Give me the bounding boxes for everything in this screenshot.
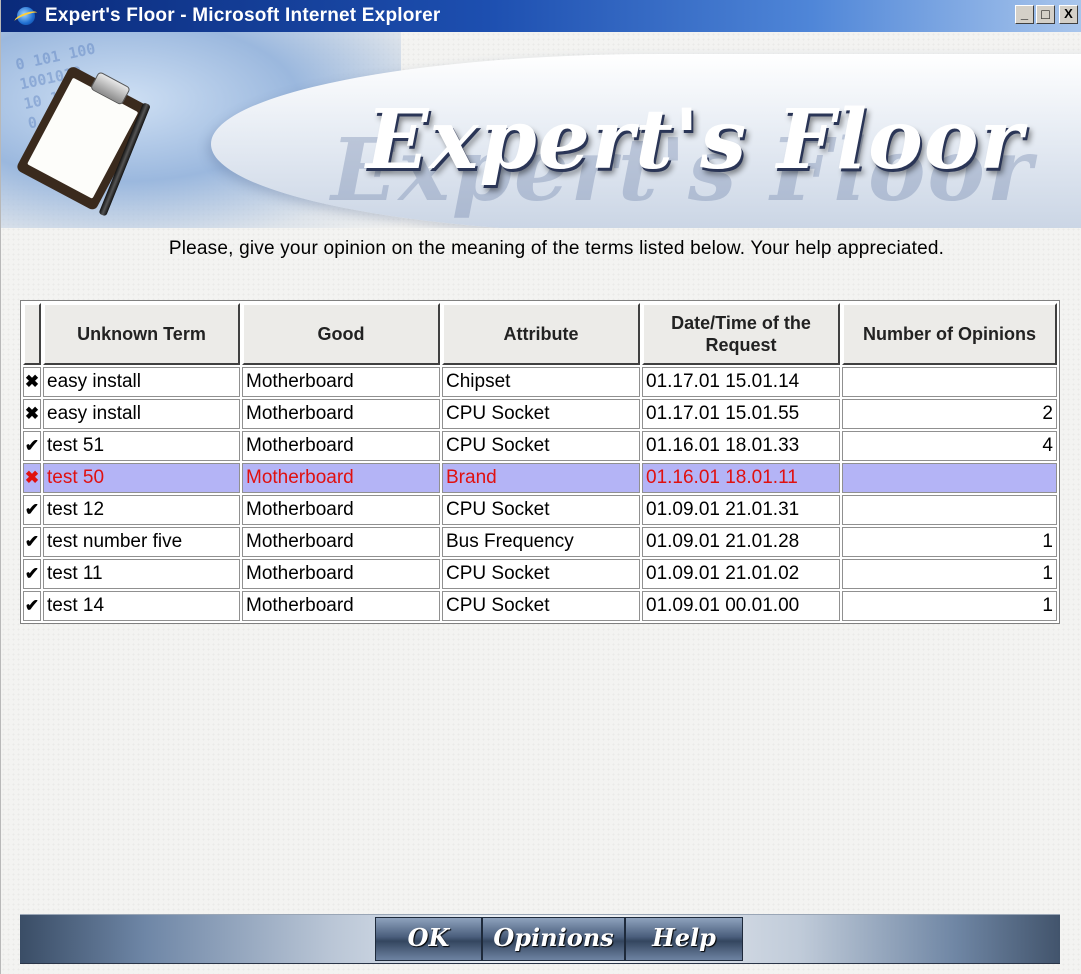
banner: 0 101 100 1001010 10 1100 0 1 100 Expert…: [1, 32, 1081, 228]
datetime-cell[interactable]: 01.17.01 15.01.55: [642, 399, 840, 429]
attribute-cell[interactable]: CPU Socket: [442, 431, 640, 461]
column-header-number-of-opinions[interactable]: Number of Opinions: [842, 303, 1057, 365]
good-cell[interactable]: Motherboard: [242, 495, 440, 525]
opinions-cell[interactable]: 1: [842, 527, 1057, 557]
opinions-cell[interactable]: [842, 367, 1057, 397]
opinions-cell[interactable]: 1: [842, 559, 1057, 589]
datetime-cell[interactable]: 01.16.01 18.01.11: [642, 463, 840, 493]
term-cell[interactable]: test 51: [43, 431, 240, 461]
term-cell[interactable]: test 12: [43, 495, 240, 525]
table-row[interactable]: ✔ test number five Motherboard Bus Frequ…: [23, 527, 1057, 557]
opinions-cell[interactable]: [842, 495, 1057, 525]
attribute-cell[interactable]: CPU Socket: [442, 559, 640, 589]
good-cell[interactable]: Motherboard: [242, 463, 440, 493]
term-cell[interactable]: easy install: [43, 367, 240, 397]
table-row[interactable]: ✔ test 51 Motherboard CPU Socket 01.16.0…: [23, 431, 1057, 461]
close-button[interactable]: X: [1059, 5, 1078, 24]
page-content: 0 101 100 1001010 10 1100 0 1 100 Expert…: [1, 32, 1081, 974]
good-cell[interactable]: Motherboard: [242, 559, 440, 589]
browser-window: Expert's Floor - Microsoft Internet Expl…: [0, 0, 1081, 974]
table-row[interactable]: ✖ easy install Motherboard Chipset 01.17…: [23, 367, 1057, 397]
ok-button[interactable]: OK: [375, 917, 482, 961]
datetime-cell[interactable]: 01.17.01 15.01.14: [642, 367, 840, 397]
good-cell[interactable]: Motherboard: [242, 527, 440, 557]
column-header-unknown-term[interactable]: Unknown Term: [43, 303, 240, 365]
column-header-datetime[interactable]: Date/Time of the Request: [642, 303, 840, 365]
table-row[interactable]: ✔ test 14 Motherboard CPU Socket 01.09.0…: [23, 591, 1057, 621]
internet-explorer-icon: [17, 7, 35, 25]
table-row[interactable]: ✖ easy install Motherboard CPU Socket 01…: [23, 399, 1057, 429]
datetime-cell[interactable]: 01.09.01 21.01.28: [642, 527, 840, 557]
instructions-text: Please, give your opinion on the meaning…: [168, 238, 945, 259]
term-cell[interactable]: test 50: [43, 463, 240, 493]
column-header-good[interactable]: Good: [242, 303, 440, 365]
term-cell[interactable]: easy install: [43, 399, 240, 429]
opinions-cell[interactable]: 2: [842, 399, 1057, 429]
help-button[interactable]: Help: [625, 917, 743, 961]
title-bar[interactable]: Expert's Floor - Microsoft Internet Expl…: [1, 0, 1081, 32]
check-icon: ✔: [23, 559, 41, 589]
banner-title: Expert's Floor: [366, 92, 1024, 188]
attribute-cell[interactable]: Brand: [442, 463, 640, 493]
maximize-button[interactable]: □: [1036, 5, 1055, 24]
attribute-cell[interactable]: CPU Socket: [442, 495, 640, 525]
attribute-cell[interactable]: Chipset: [442, 367, 640, 397]
opinions-cell[interactable]: [842, 463, 1057, 493]
term-cell[interactable]: test 14: [43, 591, 240, 621]
datetime-cell[interactable]: 01.09.01 21.01.02: [642, 559, 840, 589]
datetime-cell[interactable]: 01.09.01 00.01.00: [642, 591, 840, 621]
cross-icon: ✖: [23, 399, 41, 429]
datetime-cell[interactable]: 01.16.01 18.01.33: [642, 431, 840, 461]
datetime-cell[interactable]: 01.09.01 21.01.31: [642, 495, 840, 525]
table-row[interactable]: ✔ test 12 Motherboard CPU Socket 01.09.0…: [23, 495, 1057, 525]
table-row[interactable]: ✔ test 11 Motherboard CPU Socket 01.09.0…: [23, 559, 1057, 589]
term-cell[interactable]: test 11: [43, 559, 240, 589]
column-header-attribute[interactable]: Attribute: [442, 303, 640, 365]
header-corner: [23, 303, 41, 365]
check-icon: ✔: [23, 527, 41, 557]
check-icon: ✔: [23, 591, 41, 621]
attribute-cell[interactable]: CPU Socket: [442, 399, 640, 429]
bottom-toolbar: OK Opinions Help: [20, 914, 1060, 964]
attribute-cell[interactable]: Bus Frequency: [442, 527, 640, 557]
window-title: Expert's Floor - Microsoft Internet Expl…: [45, 5, 441, 26]
check-icon: ✔: [23, 495, 41, 525]
cross-icon: ✖: [23, 367, 41, 397]
cross-icon: ✖: [23, 463, 41, 493]
opinions-cell[interactable]: 4: [842, 431, 1057, 461]
good-cell[interactable]: Motherboard: [242, 399, 440, 429]
good-cell[interactable]: Motherboard: [242, 367, 440, 397]
table-header-row: Unknown Term Good Attribute Date/Time of…: [23, 303, 1057, 365]
attribute-cell[interactable]: CPU Socket: [442, 591, 640, 621]
opinions-button[interactable]: Opinions: [482, 917, 625, 961]
terms-table: Unknown Term Good Attribute Date/Time of…: [20, 300, 1060, 624]
good-cell[interactable]: Motherboard: [242, 431, 440, 461]
opinions-cell[interactable]: 1: [842, 591, 1057, 621]
minimize-button[interactable]: _: [1015, 5, 1034, 24]
table-row-selected[interactable]: ✖ test 50 Motherboard Brand 01.16.01 18.…: [23, 463, 1057, 493]
good-cell[interactable]: Motherboard: [242, 591, 440, 621]
check-icon: ✔: [23, 431, 41, 461]
term-cell[interactable]: test number five: [43, 527, 240, 557]
